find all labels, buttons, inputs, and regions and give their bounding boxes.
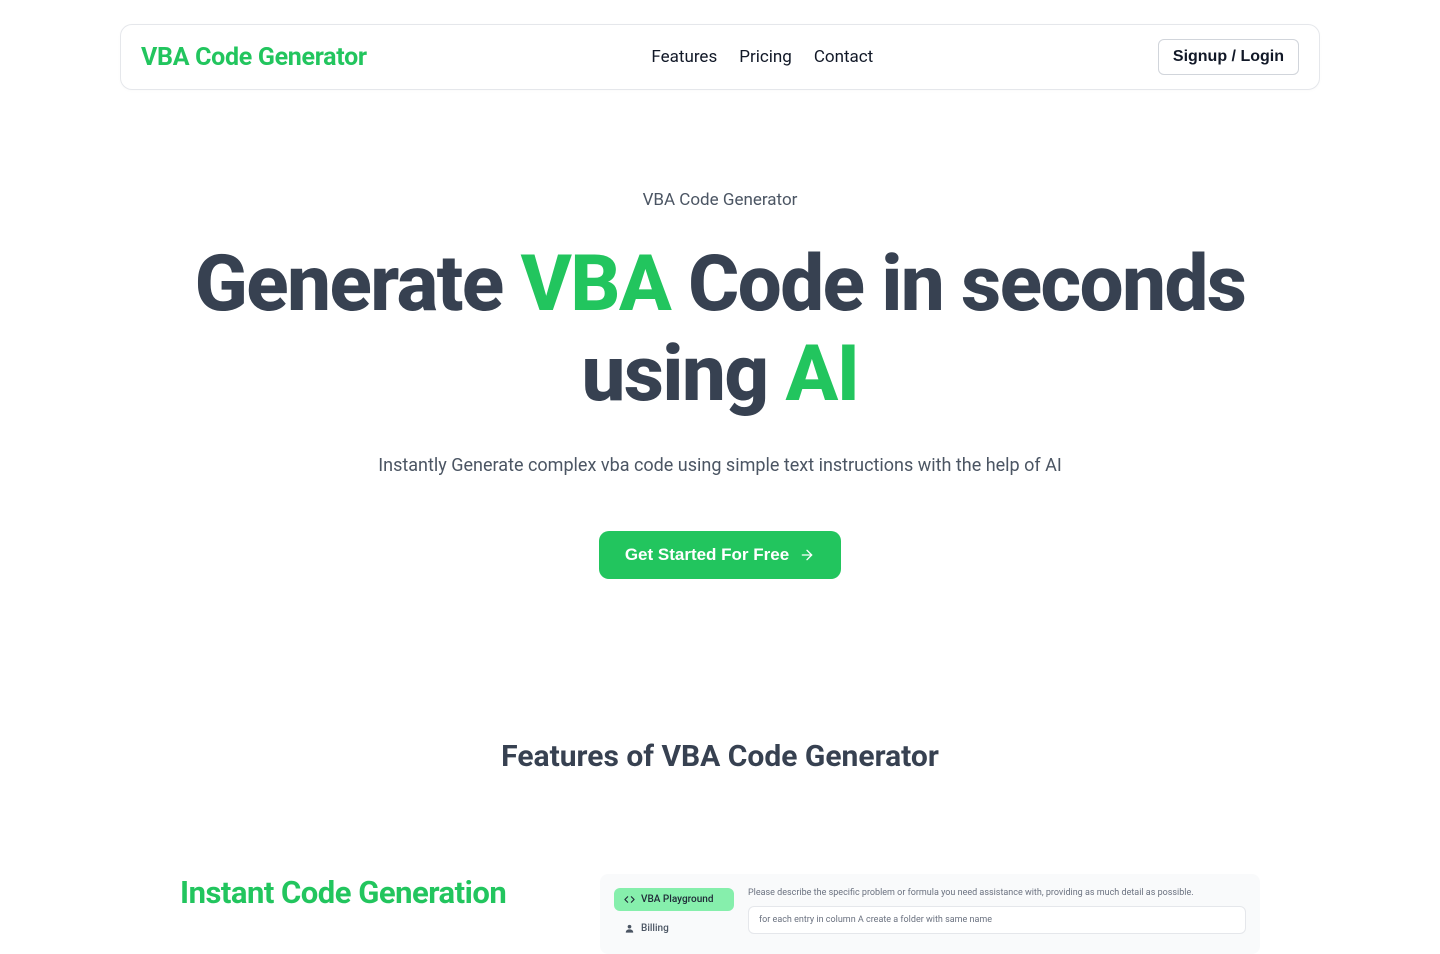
- hero-title-accent2: AI: [786, 329, 859, 420]
- preview-pill-billing: Billing: [614, 917, 734, 940]
- cta-label: Get Started For Free: [625, 545, 789, 565]
- hero-section: VBA Code Generator Generate VBA Code in …: [0, 90, 1440, 639]
- preview-main: Please describe the specific problem or …: [748, 888, 1246, 940]
- preview-sidebar: VBA Playground Billing: [614, 888, 734, 940]
- user-icon: [624, 923, 635, 934]
- nav-link-pricing[interactable]: Pricing: [739, 47, 792, 67]
- nav-link-features[interactable]: Features: [651, 47, 717, 67]
- features-heading: Features of VBA Code Generator: [0, 739, 1440, 774]
- hero-title-part2: Code in seconds using: [582, 239, 1246, 420]
- feature-preview: VBA Playground Billing Please describe t…: [600, 874, 1260, 954]
- arrow-right-icon: [799, 547, 815, 563]
- nav-link-contact[interactable]: Contact: [814, 47, 873, 67]
- preview-pill-label: Billing: [641, 923, 669, 934]
- hero-eyebrow: VBA Code Generator: [60, 190, 1380, 210]
- feature-title: Instant Code Generation: [180, 874, 560, 911]
- preview-helper-text: Please describe the specific problem or …: [748, 888, 1246, 898]
- hero-title-part1: Generate: [195, 239, 521, 330]
- signup-login-button[interactable]: Signup / Login: [1158, 39, 1299, 75]
- hero-title: Generate VBA Code in seconds using AI: [120, 240, 1320, 419]
- feature-section: Instant Code Generation VBA Playground: [0, 774, 1440, 954]
- nav-links: Features Pricing Contact: [651, 47, 873, 67]
- hero-subtitle: Instantly Generate complex vba code usin…: [60, 455, 1380, 476]
- navbar: VBA Code Generator Features Pricing Cont…: [120, 24, 1320, 90]
- feature-text: Instant Code Generation: [180, 874, 560, 911]
- logo[interactable]: VBA Code Generator: [141, 43, 367, 72]
- preview-input-box: for each entry in column A create a fold…: [748, 906, 1246, 934]
- get-started-button[interactable]: Get Started For Free: [599, 531, 841, 579]
- hero-title-accent1: VBA: [521, 239, 671, 330]
